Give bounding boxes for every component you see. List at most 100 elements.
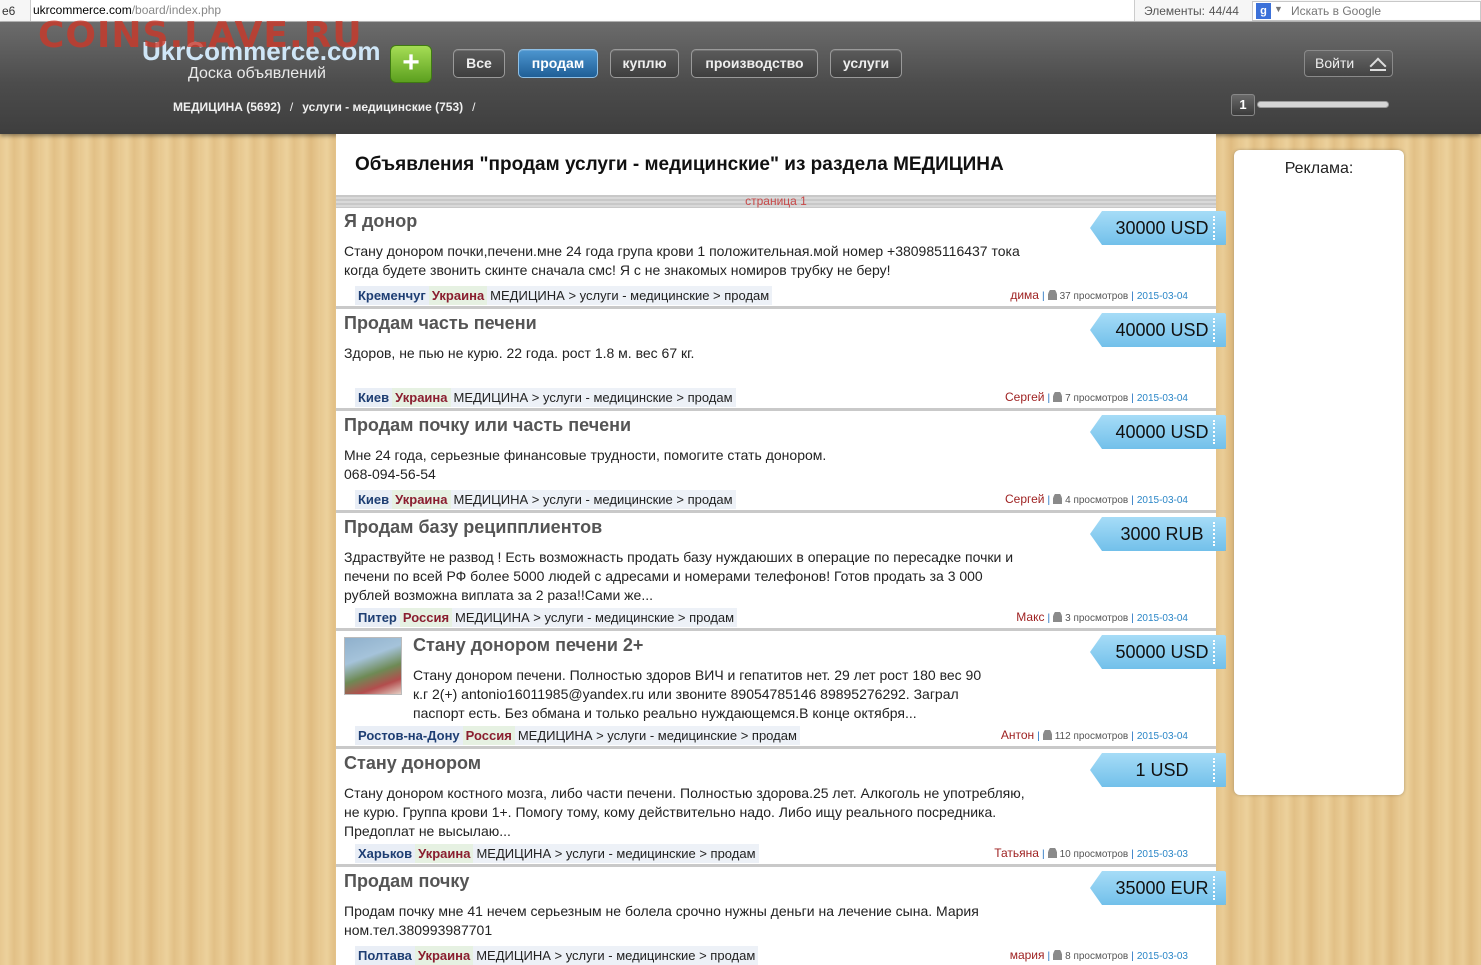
category-path[interactable]: МЕДИЦИНА > услуги - медицинские > продам [473,844,759,863]
ad-meta: мария | 8 просмотров | 2015-03-03 [1010,948,1188,962]
ad-item[interactable]: Продам почку Продам почку мне 41 нечем с… [336,867,1216,965]
sidebar-title: Реклама: [1284,160,1354,177]
city-tag[interactable]: Киев [355,388,393,407]
breadcrumb-medical-services[interactable]: услуги - медицинские (753) [302,100,463,114]
add-listing-button[interactable]: + [390,45,432,83]
desc-line: ном.тел.380993987701 [344,922,493,938]
google-icon[interactable]: g [1256,3,1271,19]
ad-meta: Татьяна | 10 просмотров | 2015-03-03 [994,846,1188,860]
user-icon [1053,392,1063,402]
ad-description: Мне 24 года, серьезные финансовые трудно… [344,446,1044,484]
city-tag[interactable]: Кременчуг [355,286,429,305]
desc-line: Стану донором печени. Полностью здоров В… [413,667,982,683]
ad-description: Стану донором костного мозга, либо части… [344,784,1044,841]
country-tag[interactable]: Украина [392,388,451,407]
eject-icon [1369,57,1387,75]
author[interactable]: дима [1010,288,1039,302]
city-tag[interactable]: Харьков [355,844,416,863]
site-tagline: Доска объявлений [188,65,326,82]
city-tag[interactable]: Полтава [355,946,415,965]
country-tag[interactable]: Россия [462,726,515,745]
ad-item[interactable]: Продам базу реципплиентов Здраствуйте не… [336,513,1216,631]
category-all-button[interactable]: Все [453,49,505,78]
city-tag[interactable]: Киев [355,490,393,509]
meta-separator: | [1047,951,1051,962]
ad-item[interactable]: Продам часть печени Здоров, не пью не ку… [336,309,1216,411]
desc-line: паспорт есть. Без обмана и только реальн… [413,705,917,721]
category-sell-button[interactable]: продам [518,49,598,78]
desc-line: Мне 24 года, серьезные финансовые трудно… [344,447,827,463]
pager-slider[interactable] [1257,101,1389,108]
ad-title[interactable]: Продам почку или часть печени [344,415,631,436]
meta-separator: | [1131,849,1134,860]
ad-item[interactable]: Стану донором печени 2+ Стану донором пе… [336,631,1216,749]
category-services-button[interactable]: услуги [830,49,902,78]
country-tag[interactable]: Украина [392,490,451,509]
ad-description: Здраствуйте не развод ! Есть возможнасть… [344,548,1044,605]
user-icon [1053,612,1063,622]
ad-title[interactable]: Продам часть печени [344,313,537,334]
ad-tags: Киев Украина МЕДИЦИНА > услуги - медицинск… [355,388,736,407]
meta-separator: | [1047,613,1051,624]
ad-title[interactable]: Стану донором печени 2+ [413,635,643,656]
ad-tags: Питер Россия МЕДИЦИНА > услуги - медицинск… [355,608,738,627]
desc-line: Стану донором почки,печени.мне 24 года г… [344,243,1020,259]
ad-title[interactable]: Продам почку [344,871,469,892]
category-path[interactable]: МЕДИЦИНА > услуги - медицинские > продам [450,490,736,509]
breadcrumb-medicine[interactable]: МЕДИЦИНА (5692) [173,100,281,114]
ad-description: Здоров, не пью не курю. 22 года. рост 1.… [344,344,1044,363]
search-placeholder: Искать в Google [1291,4,1382,18]
category-path[interactable]: МЕДИЦИНА > услуги - медицинские > продам [514,726,800,745]
ad-tags: Харьков Украина МЕДИЦИНА > услуги - медици… [355,844,759,863]
views: 37 просмотров [1059,291,1129,302]
ad-tags: Ростов-на-Дону Россия МЕДИЦИНА > услуги - … [355,726,800,745]
desc-line: Предоплат не высылаю... [344,823,511,839]
author[interactable]: Антон [1001,728,1034,742]
ad-item[interactable]: Продам почку или часть печени Мне 24 год… [336,411,1216,513]
ad-title[interactable]: Продам базу реципплиентов [344,517,602,538]
desc-line: 068-094-56-54 [344,466,436,482]
author[interactable]: Сергей [1005,492,1045,506]
ad-photo[interactable] [344,637,402,695]
ad-title[interactable]: Я донор [344,211,417,232]
country-tag[interactable]: Украина [414,946,474,965]
category-buy-button[interactable]: куплю [610,49,679,78]
category-path[interactable]: МЕДИЦИНА > услуги - медицинские > продам [487,286,773,305]
ad-description: Стану донором печени. Полностью здоров В… [413,666,1113,723]
desc-line: когда будете звонить скинте сначала смс!… [344,262,891,278]
category-path[interactable]: МЕДИЦИНА > услуги - медицинские > продам [452,608,738,627]
price-tag: 40000 USD [1090,415,1226,449]
desc-line: Стану донором костного мозга, либо части… [344,785,1025,801]
login-button[interactable]: Войти [1304,50,1393,77]
ad-description: Продам почку мне 41 нечем серьезным не б… [344,902,1044,940]
ad-meta: Сергей | 4 просмотров | 2015-03-04 [1005,492,1188,506]
country-tag[interactable]: Россия [399,608,453,627]
category-production-button[interactable]: производство [691,49,818,78]
country-tag[interactable]: Украина [415,844,474,863]
ad-item[interactable]: Я донор Стану донором почки,печени.мне 2… [336,207,1216,309]
breadcrumb-separator: / [472,100,476,114]
login-label: Войти [1315,55,1355,71]
author[interactable]: Макс [1016,610,1044,624]
ad-item[interactable]: Стану донором Стану донором костного моз… [336,749,1216,867]
ad-meta: Макс | 3 просмотров | 2015-03-04 [1016,610,1188,624]
ad-title[interactable]: Стану донором [344,753,481,774]
page-number-button[interactable]: 1 [1231,94,1255,116]
views: 112 просмотров [1054,731,1129,742]
dropdown-arrow-icon[interactable]: ▼ [1274,4,1283,14]
author[interactable]: мария [1010,948,1045,962]
meta-separator: | [1131,731,1134,742]
google-search-box[interactable]: g ▼ Искать в Google [1252,1,1481,21]
author[interactable]: Сергей [1005,390,1045,404]
category-path[interactable]: МЕДИЦИНА > услуги - медицинские > продам [473,946,759,965]
author[interactable]: Татьяна [994,846,1039,860]
breadcrumb: МЕДИЦИНА (5692) / услуги - медицинские (75… [173,100,484,114]
city-tag[interactable]: Ростов-на-Дону [355,726,463,745]
city-tag[interactable]: Питер [355,608,400,627]
elements-label: Элементы: [1144,4,1205,18]
date: 2015-03-03 [1136,951,1188,962]
country-tag[interactable]: Украина [428,286,488,305]
tab-fragment: e6 [2,4,16,18]
category-path[interactable]: МЕДИЦИНА > услуги - медицинские > продам [450,388,736,407]
desc-line: Здраствуйте не развод ! Есть возможнасть… [344,549,1014,565]
